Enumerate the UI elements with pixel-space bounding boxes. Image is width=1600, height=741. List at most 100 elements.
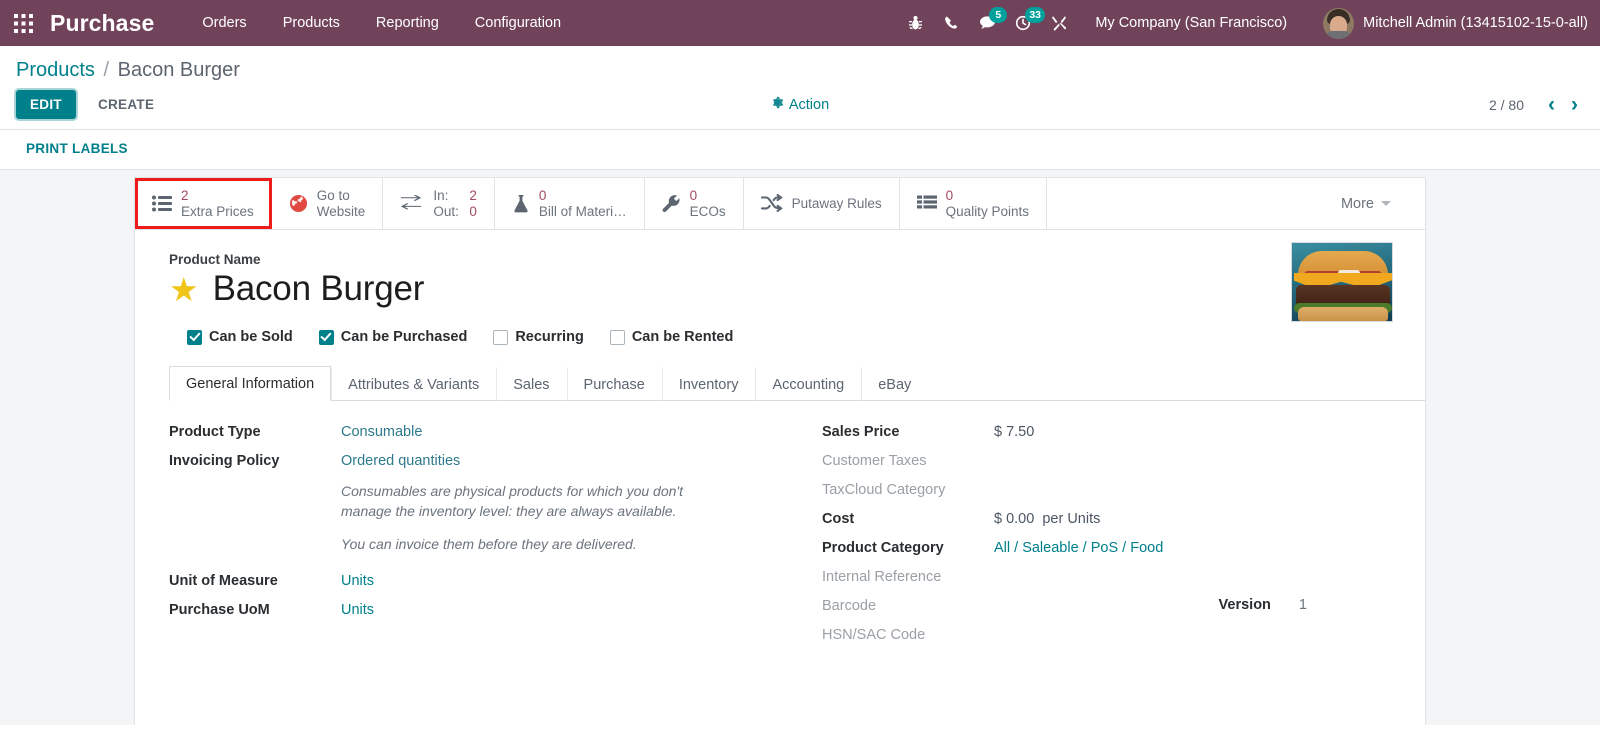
tab-sales[interactable]: Sales: [496, 367, 566, 401]
pager-next-icon[interactable]: ›: [1565, 94, 1584, 115]
field-value[interactable]: All / Saleable / PoS / Food: [994, 539, 1163, 556]
product-image[interactable]: [1291, 242, 1393, 322]
user-name-label: Mitchell Admin (13415102-15-0-all): [1363, 15, 1588, 31]
checkbox-label: Can be Sold: [209, 329, 293, 345]
checkbox-box[interactable]: [187, 329, 202, 345]
menu-item-products[interactable]: Products: [265, 0, 358, 46]
smart-button-in-out[interactable]: In: 2 Out: 0: [383, 178, 495, 229]
list-bullets-icon: [152, 195, 172, 212]
phone-icon[interactable]: [933, 0, 969, 46]
smart-button-out-value: 0: [469, 203, 477, 219]
action-label: Action: [788, 96, 830, 113]
avatar: [1323, 7, 1355, 39]
pager-previous-icon[interactable]: ‹: [1542, 94, 1561, 115]
smart-button-extra-prices[interactable]: 2 Extra Prices: [135, 178, 272, 229]
print-labels-button[interactable]: PRINT LABELS: [26, 141, 128, 156]
smart-button-label: Putaway Rules: [791, 196, 882, 211]
cost-suffix: per Units: [1042, 511, 1101, 527]
field-sales-price: Sales Price $ 7.50: [822, 423, 1415, 440]
field-value[interactable]: Units: [341, 572, 374, 589]
smart-button-label: Bill of Materi…: [538, 203, 627, 219]
field-purchase-uom: Purchase UoM Units: [169, 601, 770, 618]
navbar-systray: 5 33 My Company (San Francisco) Mitchell…: [897, 0, 1600, 46]
breadcrumb-products-link[interactable]: Products: [16, 59, 95, 81]
checkbox-label: Can be Rented: [631, 329, 734, 345]
smart-button-ecos[interactable]: 0 ECOs: [645, 178, 744, 229]
field-label: Version: [1218, 597, 1271, 613]
menu-item-reporting[interactable]: Reporting: [358, 0, 457, 46]
smart-button-putaway-rules[interactable]: Putaway Rules: [744, 178, 900, 229]
tab-general-information[interactable]: General Information: [169, 366, 332, 401]
field-value[interactable]: Consumable: [341, 423, 422, 440]
field-label: Barcode: [822, 598, 877, 614]
breadcrumb: Products / Bacon Burger: [16, 59, 1584, 82]
gear-icon: [771, 96, 784, 113]
smart-button-label: ECOs: [689, 203, 726, 219]
field-label: HSN/SAC Code: [822, 627, 926, 643]
smart-buttons-more-dropdown[interactable]: More: [1307, 178, 1425, 229]
company-selector[interactable]: My Company (San Francisco): [1077, 15, 1301, 31]
tools-icon[interactable]: [1041, 0, 1077, 46]
product-name-label: Product Name: [169, 252, 261, 267]
pager-value: 2 / 80: [1488, 96, 1524, 113]
field-label: Unit of Measure: [169, 572, 278, 589]
checkbox-can-be-rented[interactable]: Can be Rented: [609, 329, 734, 345]
field-unit-of-measure: Unit of Measure Units: [169, 572, 770, 589]
create-button[interactable]: CREATE: [84, 91, 168, 118]
checkbox-can-be-sold[interactable]: Can be Sold: [187, 329, 293, 345]
menu-item-orders[interactable]: Orders: [184, 0, 264, 46]
smart-buttons-bar: 2 Extra Prices Go to Website In: 2 Out: …: [135, 178, 1425, 230]
messages-icon[interactable]: 5: [969, 0, 1008, 46]
star-icon[interactable]: ★: [169, 273, 199, 306]
field-cost: Cost $ 0.00 per Units: [822, 510, 1415, 527]
field-value: 1: [1298, 597, 1307, 613]
field-label: Invoicing Policy: [169, 453, 280, 469]
field-invoicing-policy: Invoicing Policy Ordered quantities: [169, 452, 770, 469]
field-barcode: Barcode: [822, 597, 1415, 614]
smart-button-go-to-website[interactable]: Go to Website: [272, 178, 384, 229]
control-buttons-row: EDIT CREATE Action 2 / 80 ‹ ›: [16, 84, 1584, 129]
user-menu[interactable]: Mitchell Admin (13415102-15-0-all): [1301, 7, 1588, 39]
field-internal-reference: Internal Reference: [822, 568, 1415, 585]
main-menu: Orders Products Reporting Configuration: [184, 0, 579, 46]
wrench-icon: [662, 194, 681, 213]
checkbox-can-be-purchased[interactable]: Can be Purchased: [318, 329, 467, 345]
smart-button-quality-points[interactable]: 0 Quality Points: [900, 178, 1047, 229]
field-value[interactable]: $ 0.00: [994, 510, 1034, 527]
list-icon: [916, 195, 937, 212]
activities-clock-icon[interactable]: 33: [1005, 0, 1046, 46]
menu-item-configuration[interactable]: Configuration: [457, 0, 579, 46]
smart-button-in-key: In:: [433, 187, 449, 203]
app-brand-title[interactable]: Purchase: [50, 10, 154, 37]
product-name-value[interactable]: Bacon Burger: [213, 269, 425, 309]
checkbox-box[interactable]: [493, 329, 509, 345]
bug-icon[interactable]: [897, 0, 933, 46]
product-form-sheet: 2 Extra Prices Go to Website In: 2 Out: …: [134, 177, 1426, 725]
product-title-area: Product Name ★ Bacon Burger Can be Sold …: [135, 230, 1425, 345]
breadcrumb-row: Products / Bacon Burger: [16, 46, 1584, 84]
edit-button[interactable]: EDIT: [16, 90, 76, 119]
field-value[interactable]: $ 7.50: [994, 423, 1034, 440]
smart-button-bill-of-materials[interactable]: 0 Bill of Materi…: [495, 178, 645, 229]
field-label: Internal Reference: [822, 569, 942, 585]
field-value[interactable]: Units: [341, 601, 374, 618]
help-text-1: Consumables are physical products for wh…: [341, 483, 683, 520]
checkbox-box[interactable]: [609, 329, 625, 345]
apps-grid-icon[interactable]: [0, 0, 46, 46]
checkbox-box[interactable]: [318, 329, 334, 345]
general-information-panel: Product Type Consumable Invoicing Policy…: [135, 401, 1425, 655]
checkbox-recurring[interactable]: Recurring: [493, 329, 584, 345]
tab-attributes-variants[interactable]: Attributes & Variants: [331, 367, 496, 401]
field-label: Cost: [822, 511, 855, 527]
tab-purchase[interactable]: Purchase: [566, 367, 662, 401]
smart-button-value: 0: [538, 187, 547, 203]
action-menu-button[interactable]: Action: [771, 96, 829, 113]
field-value[interactable]: Ordered quantities: [341, 452, 460, 469]
tab-ebay[interactable]: eBay: [861, 367, 928, 401]
control-panel: Products / Bacon Burger EDIT CREATE Acti…: [0, 46, 1600, 130]
secondary-buttons-row: PRINT LABELS: [0, 130, 1600, 170]
tab-accounting[interactable]: Accounting: [755, 367, 861, 401]
tab-inventory[interactable]: Inventory: [661, 367, 756, 401]
field-label: Product Category: [822, 540, 944, 556]
form-background: 2 Extra Prices Go to Website In: 2 Out: …: [0, 170, 1600, 725]
